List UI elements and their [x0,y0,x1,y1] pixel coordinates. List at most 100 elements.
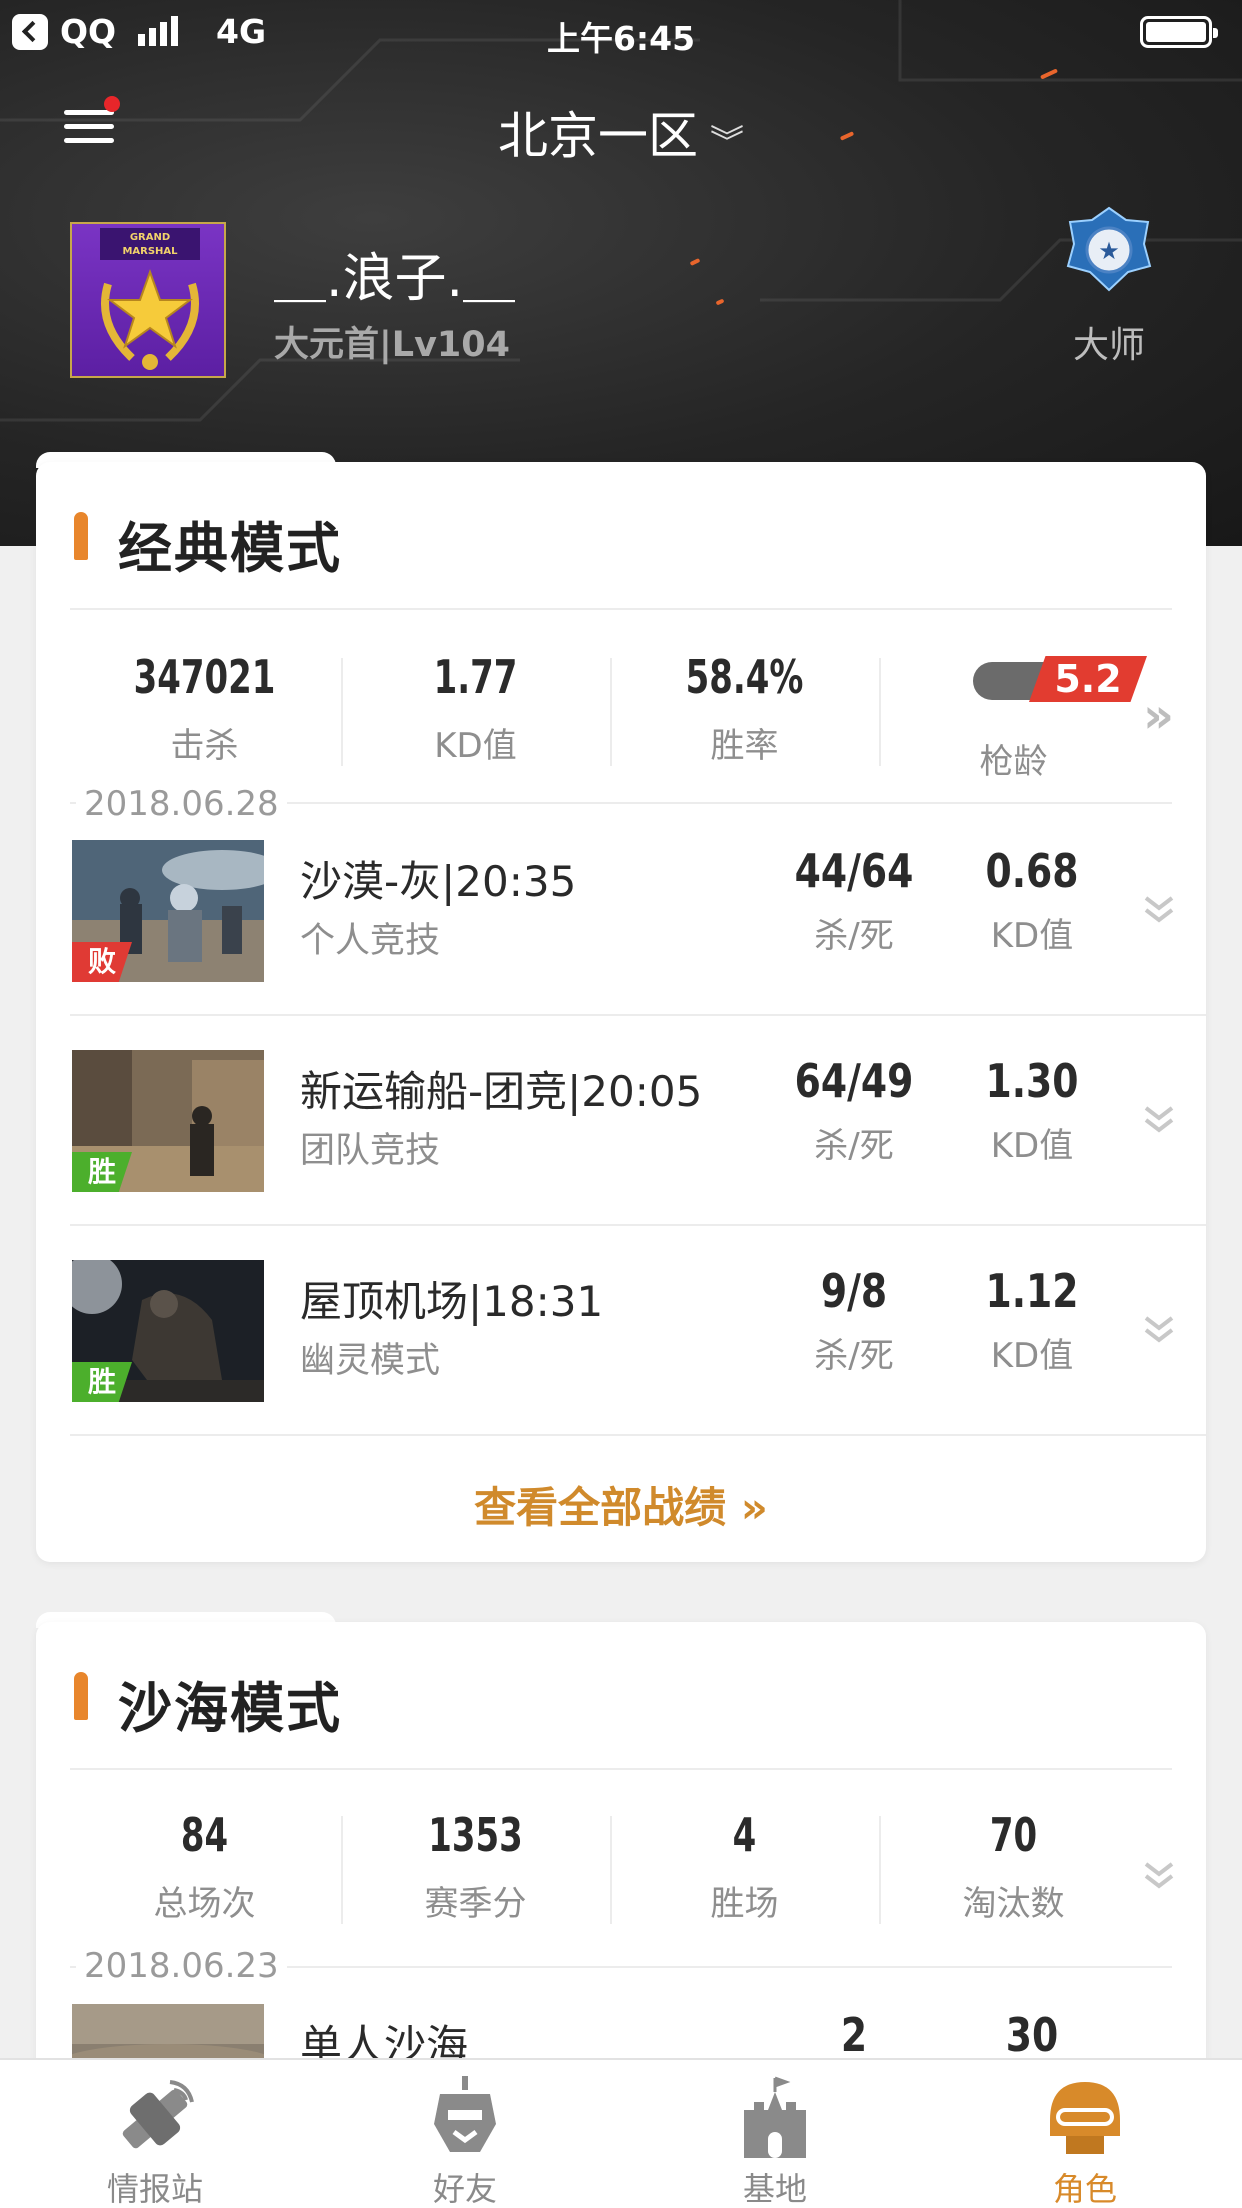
label: KD值 [990,916,1074,956]
match-stat-1: 2 [774,2008,934,2062]
stat-total-games: 84 总场次 [70,1808,339,1925]
match-title: 新运输船-团竞|20:05 [300,1067,703,1116]
match-kill-death: 44/64 杀/死 [774,844,934,957]
avatar[interactable]: GRAND MARSHAL [70,222,226,378]
gun-age-value: 5.2 [1029,656,1147,702]
tab-label: 好友 [432,2170,497,2208]
map-thumbnail: 败 [72,840,264,982]
stat-season-score: 1353 赛季分 [341,1808,610,1925]
stat-label: 击杀 [170,726,239,766]
server-selector[interactable]: 北京一区 ︾ [0,96,1242,168]
label: 杀/死 [814,916,894,956]
battery-icon [1140,16,1218,48]
stat-winrate: 58.4% 胜率 [610,650,879,767]
stat-value: 347021 [133,650,276,704]
tab-label: 角色 [1052,2170,1117,2208]
castle-icon [744,2076,806,2158]
tab-friends[interactable]: 好友 [310,2060,620,2208]
stat-gun-age[interactable]: 5.2 枪龄 [879,650,1148,782]
match-row[interactable]: 胜 新运输船-团竞|20:05 团队竞技 64/49 杀/死 1.30 KD值 [36,1014,1206,1224]
status-time: 上午6:45 [546,19,696,58]
match-kd: 0.68 KD值 [952,844,1112,957]
stat-value: 1353 [428,1808,523,1862]
value: 1.12 [985,1264,1079,1318]
stat-value: 70 [989,1808,1038,1862]
expand-chevron-icon[interactable] [1142,1312,1176,1346]
tier-label: 大师 [1072,325,1145,366]
stat-label: 总场次 [153,1884,256,1924]
stat-kd: 1.77 KD值 [341,650,610,767]
gun-age-badge: 5.2 [879,654,1148,706]
stat-label: KD值 [434,726,517,766]
match-kd: 1.30 KD值 [952,1054,1112,1167]
sand-mode-title: 沙海模式 [118,1677,342,1740]
value: 1.30 [985,1054,1079,1108]
status-bar: QQ 4G 上午6:45 [0,0,1242,62]
stat-value: 58.4% [685,650,804,704]
match-mode: 团队竞技 [300,1131,441,1171]
friends-robot-icon [434,2076,496,2152]
stat-value: 84 [180,1808,229,1862]
stat-eliminations: 70 淘汰数 [879,1808,1148,1925]
tab-base[interactable]: 基地 [620,2060,930,2208]
master-tier-icon[interactable]: ★ [1066,206,1152,292]
value: 9/8 [820,1264,888,1318]
match-kill-death: 64/49 杀/死 [774,1054,934,1167]
server-name: 北京一区 [498,107,698,165]
divider [70,1768,1172,1770]
stat-label: 淘汰数 [962,1884,1065,1924]
label: KD值 [990,1336,1074,1376]
value: 0.68 [985,844,1079,898]
expand-chevron-icon[interactable] [1142,1102,1176,1136]
classic-mode-header: 经典模式 [36,462,1206,612]
classic-mode-title: 经典模式 [118,517,342,580]
sand-mode-card: 沙海模式 84 总场次 1353 赛季分 4 胜场 70 淘汰数 2018.06… [36,1622,1206,2146]
match-row[interactable]: 胜 屋顶机场|18:31 幽灵模式 9/8 杀/死 1.12 KD值 [36,1224,1206,1434]
match-row[interactable]: 败 沙漠-灰|20:35 个人竞技 44/64 杀/死 0.68 KD值 [36,804,1206,1014]
match-kd: 1.12 KD值 [952,1264,1112,1377]
player-rank: 大元首|Lv104 [274,325,510,365]
grand-marshal-badge-icon: GRAND MARSHAL [100,228,200,370]
stat-label: 枪龄 [979,742,1048,782]
bottom-tab-bar: 情报站 好友 基地 角色 [0,2058,1242,2208]
stat-label: 赛季分 [424,1884,527,1924]
stat-label: 胜场 [710,1884,779,1924]
label: 杀/死 [814,1126,894,1166]
divider [70,1434,1206,1436]
bullet-icon [74,512,88,560]
divider [70,608,1172,610]
player-name: ＿.浪子.＿ [274,249,516,309]
expand-chevron-icon[interactable] [1142,1858,1176,1892]
label: 杀/死 [814,1336,894,1376]
classic-mode-card: 经典模式 347021 击杀 1.77 KD值 58.4% 胜率 5.2 枪龄 … [36,462,1206,1562]
label: KD值 [990,1126,1074,1166]
bullet-icon [74,1672,88,1720]
badge-text-2: MARSHAL [122,246,178,257]
value: 64/49 [794,1054,914,1108]
stat-label: 胜率 [710,726,779,766]
view-all-records-link[interactable]: 查看全部战绩 » [36,1474,1206,1535]
stat-value: 4 [732,1808,757,1862]
expand-chevron-icon[interactable] [1142,892,1176,926]
tab-label: 情报站 [106,2170,203,2208]
map-thumbnail: 胜 [72,1260,264,1402]
chevron-down-icon: ︾ [710,123,744,163]
tab-intel[interactable]: 情报站 [0,2060,310,2208]
svg-text:★: ★ [1098,237,1120,265]
match-mode: 个人竞技 [300,921,441,961]
tab-character[interactable]: 角色 [930,2060,1240,2208]
match-kill-death: 9/8 杀/死 [774,1264,934,1377]
match-title: 屋顶机场|18:31 [300,1277,604,1326]
more-stats-icon[interactable]: » [1143,688,1174,744]
match-mode: 幽灵模式 [300,1341,441,1381]
stat-value: 1.77 [433,650,518,704]
value: 30 [1005,2008,1059,2062]
match-stat-2: 30 [952,2008,1112,2062]
tab-label: 基地 [742,2170,807,2208]
match-title: 沙漠-灰|20:35 [300,857,577,906]
stat-wins: 4 胜场 [610,1808,879,1925]
stat-kills: 347021 击杀 [70,650,339,767]
value: 2 [840,2008,868,2062]
satellite-icon [122,2080,194,2149]
helmet-icon [1050,2082,1120,2154]
